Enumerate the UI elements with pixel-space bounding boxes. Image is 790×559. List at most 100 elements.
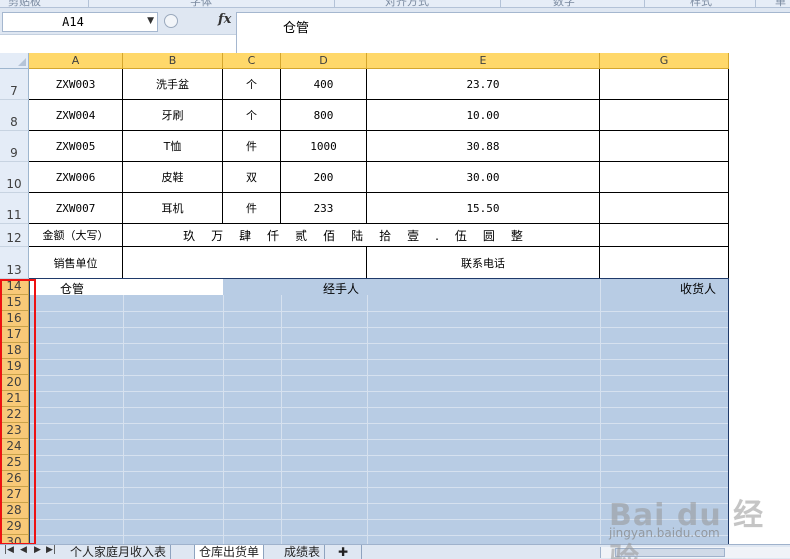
- cell-code[interactable]: ZXW005: [29, 131, 123, 162]
- cell-quantity[interactable]: 400: [281, 69, 367, 100]
- gridline: [123, 295, 124, 544]
- cell-price[interactable]: 30.00: [367, 162, 600, 193]
- row-header-20[interactable]: 20: [0, 375, 29, 391]
- cell-price[interactable]: 10.00: [367, 100, 600, 131]
- row-header-9[interactable]: 9: [0, 131, 29, 162]
- cell-quantity[interactable]: 233: [281, 193, 367, 224]
- cell-unit[interactable]: 个: [223, 69, 281, 100]
- cell-product-name[interactable]: 皮鞋: [123, 162, 223, 193]
- column-header-e[interactable]: E: [367, 53, 600, 69]
- cell-quantity[interactable]: 200: [281, 162, 367, 193]
- row-header-29[interactable]: 29: [0, 519, 29, 535]
- cell-empty[interactable]: [600, 193, 729, 224]
- insert-function-icon[interactable]: fx: [218, 12, 231, 27]
- phone-value-cell[interactable]: [600, 247, 729, 279]
- cell-quantity[interactable]: 800: [281, 100, 367, 131]
- column-header-d[interactable]: D: [281, 53, 367, 69]
- row-number: 22: [6, 407, 22, 421]
- sheet-tab-grades[interactable]: 成绩表: [280, 545, 326, 559]
- row-header-22[interactable]: 22: [0, 407, 29, 423]
- insert-sheet-icon[interactable]: ✚: [334, 545, 362, 559]
- cell-code[interactable]: ZXW007: [29, 193, 123, 224]
- gridline: [29, 311, 728, 312]
- row-header-18[interactable]: 18: [0, 343, 29, 359]
- cell-unit[interactable]: 件: [223, 131, 281, 162]
- horizontal-scrollbar[interactable]: [600, 547, 790, 558]
- row-header-14[interactable]: 14: [0, 279, 29, 295]
- cell-quantity[interactable]: 1000: [281, 131, 367, 162]
- row-header-25[interactable]: 25: [0, 455, 29, 471]
- row-header-23[interactable]: 23: [0, 423, 29, 439]
- cell-price[interactable]: 23.70: [367, 69, 600, 100]
- name-box[interactable]: A14 ▼: [2, 12, 158, 32]
- prev-sheet-icon[interactable]: ◀: [20, 545, 27, 555]
- cell-empty[interactable]: [600, 224, 729, 247]
- cell-price[interactable]: 15.50: [367, 193, 600, 224]
- formula-input[interactable]: 仓管: [236, 12, 790, 57]
- ribbon-separator: [500, 0, 501, 7]
- worksheet-grid[interactable]: A B C D E G 7 8 9 10 11 12 13 ZXW003 洗手盆…: [0, 53, 790, 544]
- cell-product-name[interactable]: 耳机: [123, 193, 223, 224]
- warehouse-label: 仓管: [60, 282, 85, 296]
- empty-area-right[interactable]: [729, 53, 790, 544]
- row-header-11[interactable]: 11: [0, 193, 29, 224]
- chevron-down-icon[interactable]: ▼: [147, 16, 154, 26]
- first-sheet-icon[interactable]: |◀: [4, 545, 14, 555]
- amount-uppercase-cell[interactable]: 玖万肆仟贰佰陆拾壹.伍圆整: [123, 224, 600, 247]
- column-header-b[interactable]: B: [123, 53, 223, 69]
- row-number: 19: [6, 359, 22, 373]
- row-header-15[interactable]: 15: [0, 295, 29, 311]
- column-header-a[interactable]: A: [29, 53, 123, 69]
- cell-unit[interactable]: 双: [223, 162, 281, 193]
- cell-product-name[interactable]: 洗手盆: [123, 69, 223, 100]
- row-header-24[interactable]: 24: [0, 439, 29, 455]
- row-header-19[interactable]: 19: [0, 359, 29, 375]
- formula-bar-resize-handle[interactable]: [164, 14, 178, 28]
- row-header-8[interactable]: 8: [0, 100, 29, 131]
- row-header-21[interactable]: 21: [0, 391, 29, 407]
- cell-unit[interactable]: 件: [223, 193, 281, 224]
- cell-empty[interactable]: [600, 100, 729, 131]
- cell-code[interactable]: ZXW004: [29, 100, 123, 131]
- row-header-27[interactable]: 27: [0, 487, 29, 503]
- cell-price[interactable]: 30.88: [367, 131, 600, 162]
- column-header-c[interactable]: C: [223, 53, 281, 69]
- cell-code[interactable]: ZXW006: [29, 162, 123, 193]
- cell-product-name[interactable]: 牙刷: [123, 100, 223, 131]
- gridline: [367, 295, 368, 544]
- sheet-tab-warehouse[interactable]: 仓库出货单: [194, 545, 265, 559]
- active-cell-a14[interactable]: [29, 279, 223, 295]
- select-all-corner[interactable]: [0, 53, 29, 69]
- cell-empty[interactable]: [600, 131, 729, 162]
- cell-code[interactable]: ZXW003: [29, 69, 123, 100]
- row-header-12[interactable]: 12: [0, 224, 29, 247]
- gridline: [29, 471, 728, 472]
- cell-empty[interactable]: [600, 69, 729, 100]
- sales-unit-label-cell[interactable]: 销售单位: [29, 247, 123, 279]
- row-header-30[interactable]: 30: [0, 535, 29, 544]
- sheet-tab-income[interactable]: 个人家庭月收入表: [66, 545, 172, 559]
- column-header-g[interactable]: G: [600, 53, 729, 69]
- selected-range[interactable]: [29, 279, 728, 544]
- cell-product-name[interactable]: T恤: [123, 131, 223, 162]
- row-header-17[interactable]: 17: [0, 327, 29, 343]
- row-header-28[interactable]: 28: [0, 503, 29, 519]
- row-header-10[interactable]: 10: [0, 162, 29, 193]
- scrollbar-thumb[interactable]: [615, 548, 725, 557]
- row-header-13[interactable]: 13: [0, 247, 29, 279]
- row-header-16[interactable]: 16: [0, 311, 29, 327]
- phone-label-cell[interactable]: 联系电话: [367, 247, 600, 279]
- row-number: 15: [6, 295, 22, 309]
- next-sheet-icon[interactable]: ▶: [34, 545, 41, 555]
- amount-label-cell[interactable]: 金额（大写）: [29, 224, 123, 247]
- row-header-26[interactable]: 26: [0, 471, 29, 487]
- gridline: [223, 295, 224, 544]
- cell-unit[interactable]: 个: [223, 100, 281, 131]
- ribbon-separator: [644, 0, 645, 7]
- row-header-7[interactable]: 7: [0, 69, 29, 100]
- sales-unit-value-cell[interactable]: [123, 247, 367, 279]
- last-sheet-icon[interactable]: ▶|: [46, 545, 56, 555]
- cell-empty[interactable]: [600, 162, 729, 193]
- ribbon-label-cells: 单: [775, 0, 786, 8]
- gridline: [29, 407, 728, 408]
